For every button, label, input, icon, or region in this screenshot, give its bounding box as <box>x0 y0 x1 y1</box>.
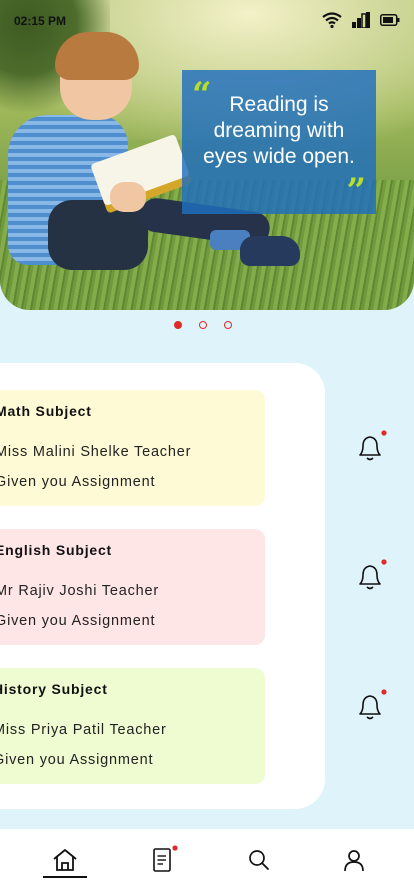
carousel-dot[interactable] <box>174 321 182 329</box>
assignment-card-history[interactable]: History Subject Miss Priya Patil Teacher… <box>0 668 265 784</box>
card-message: Given you Assignment <box>0 474 156 490</box>
status-icons <box>322 12 400 28</box>
bell-icon[interactable] <box>352 688 388 724</box>
assignment-card-math[interactable]: Math Subject Miss Malini Shelke Teacher … <box>0 390 265 506</box>
status-time: 02:15 PM <box>14 14 67 28</box>
nav-home[interactable] <box>50 845 80 875</box>
battery-icon <box>380 14 400 26</box>
close-quote-icon: ” <box>346 171 366 211</box>
quote-text: Reading is dreaming with eyes wide open. <box>203 93 355 168</box>
signal-icon <box>352 12 370 28</box>
card-message: Given you Assignment <box>0 613 156 629</box>
bell-icon[interactable] <box>352 429 388 465</box>
status-bar: 02:15 PM <box>0 0 414 40</box>
card-teacher: Mr Rajiv Joshi Teacher <box>0 583 159 599</box>
bell-icon[interactable] <box>352 558 388 594</box>
carousel-dot[interactable] <box>224 321 232 329</box>
card-message: Given you Assignment <box>0 752 154 768</box>
quote-box: “ Reading is dreaming with eyes wide ope… <box>182 70 376 214</box>
nav-assignments[interactable] <box>148 845 178 875</box>
assignments-panel: Math Subject Miss Malini Shelke Teacher … <box>0 363 325 809</box>
card-teacher: Miss Priya Patil Teacher <box>0 722 167 738</box>
nav-active-indicator <box>43 876 87 878</box>
bottom-nav <box>0 829 414 896</box>
card-subject: History Subject <box>0 681 108 697</box>
boy-hand <box>110 182 146 212</box>
search-icon <box>249 850 269 870</box>
card-teacher: Miss Malini Shelke Teacher <box>0 444 192 460</box>
nav-search[interactable] <box>244 845 274 875</box>
carousel-dot[interactable] <box>199 321 207 329</box>
notes-icon <box>153 845 178 872</box>
card-subject: English Subject <box>0 542 113 558</box>
carousel-dots <box>174 321 232 329</box>
nav-profile[interactable] <box>339 845 369 875</box>
hero-banner[interactable]: “ Reading is dreaming with eyes wide ope… <box>0 0 414 310</box>
card-subject: Math Subject <box>0 403 92 419</box>
assignment-card-english[interactable]: English Subject Mr Rajiv Joshi Teacher G… <box>0 529 265 645</box>
wifi-icon <box>322 12 342 28</box>
boy-shoe <box>240 236 300 266</box>
user-icon <box>344 850 364 872</box>
home-icon <box>53 849 77 871</box>
